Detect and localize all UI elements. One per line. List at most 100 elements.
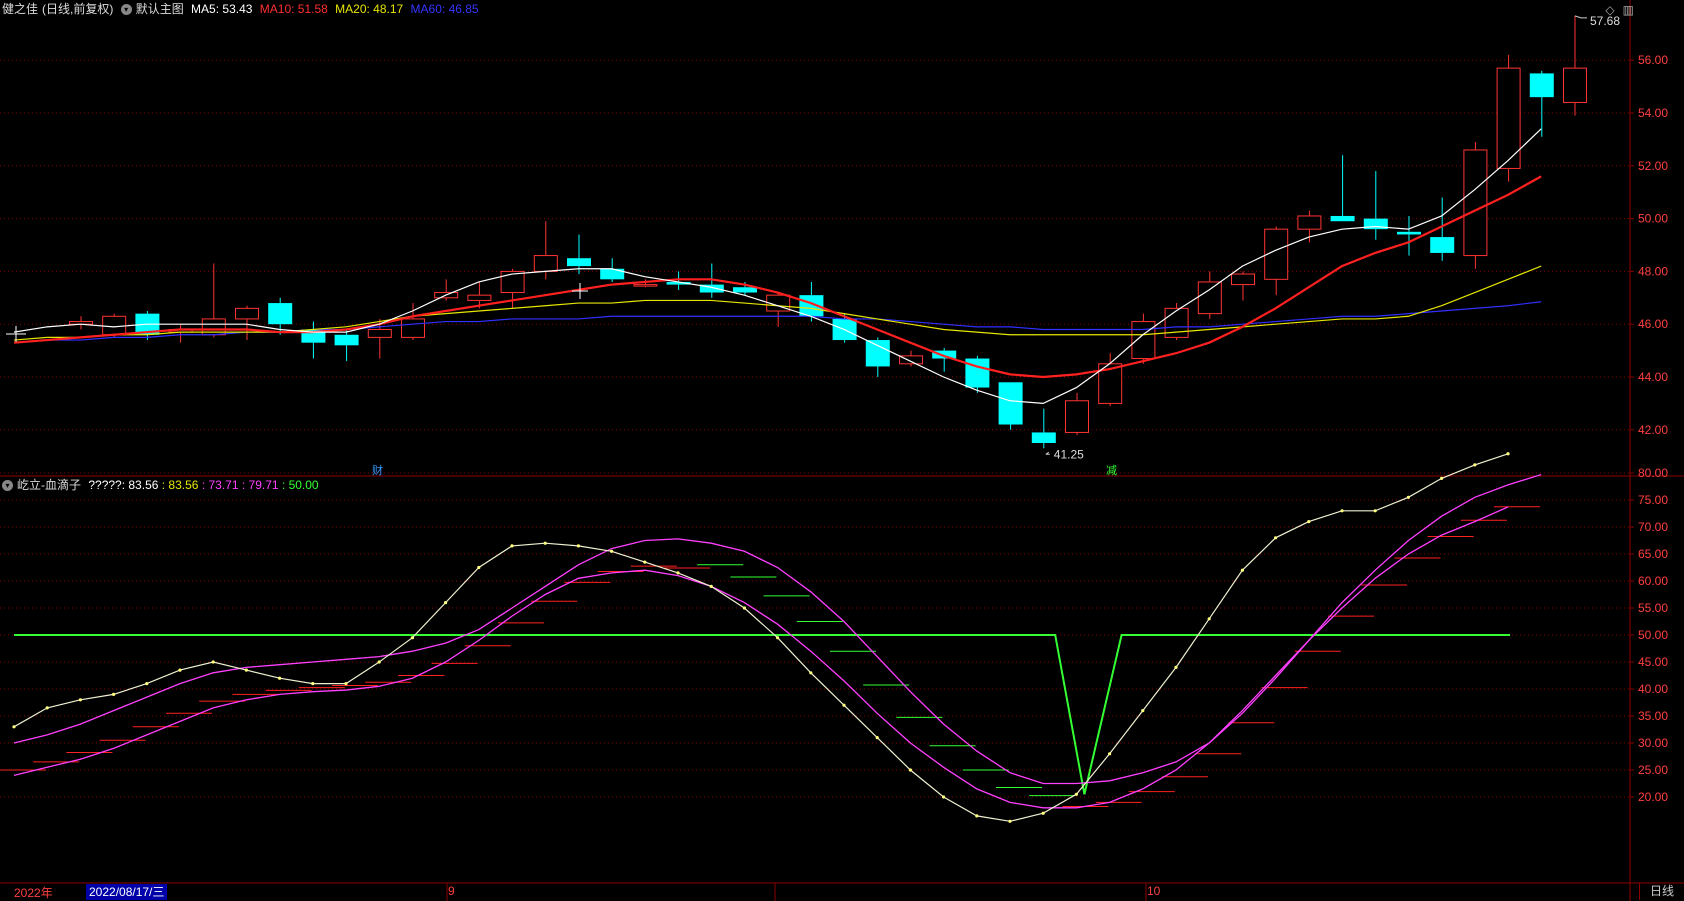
- ma10-line: [13, 175, 1542, 379]
- stock-name: 健之佳: [2, 2, 39, 16]
- panel-toggle-icon[interactable]: ▥: [1623, 3, 1634, 17]
- candle: [1297, 210, 1322, 243]
- reduce-tag[interactable]: 减: [1106, 462, 1117, 478]
- main-line-dot: [178, 668, 182, 672]
- candle: [1098, 353, 1123, 407]
- indicator-v3: : 79.71: [241, 478, 279, 492]
- candle: [1065, 392, 1089, 436]
- main-line: [13, 453, 1509, 822]
- main-line-dot: [112, 692, 116, 697]
- month-10-label: 10: [1147, 884, 1161, 898]
- main-line-dot: [610, 549, 614, 553]
- main-line-dot: [45, 706, 49, 710]
- indicator-v2: : 73.71: [201, 478, 239, 492]
- main-line-dot: [1141, 709, 1145, 713]
- main-line-dot: [543, 541, 547, 545]
- candle: [899, 350, 923, 367]
- indicator-v1: : 83.56: [161, 478, 199, 492]
- indicator-tick-label: 65.00: [1638, 547, 1668, 561]
- main-line-dot: [709, 584, 713, 589]
- main-line-dot: [875, 736, 879, 740]
- candle-body: [467, 294, 492, 301]
- main-tick-label: 46.00: [1638, 317, 1668, 331]
- candle: [1397, 215, 1421, 256]
- candle: [201, 263, 226, 338]
- candle-body: [1463, 149, 1488, 257]
- indicator-tick-label: 40.00: [1638, 682, 1668, 696]
- main-line-dot: [510, 544, 514, 548]
- main-line-dot: [809, 671, 813, 675]
- lower-line: [13, 506, 1509, 809]
- default-chart-button[interactable]: 默认主图: [136, 2, 184, 16]
- main-line-dot: [1406, 495, 1410, 499]
- main-line-dot: [1207, 617, 1211, 621]
- main-tick-label: 50.00: [1638, 212, 1668, 226]
- main-line-dot: [377, 660, 381, 664]
- candle-body: [533, 255, 558, 272]
- candle: [1363, 171, 1388, 240]
- candle: [998, 382, 1023, 430]
- main-line-dot: [311, 682, 315, 686]
- main-line-dot: [1506, 452, 1510, 456]
- chart-canvas[interactable]: 42.00 44.00 46.00 48.00 50.00 52.00 54.00 56.00…: [0, 0, 1684, 901]
- diamond-icon[interactable]: ◇: [1605, 3, 1614, 17]
- candle-body: [733, 287, 757, 293]
- indicator-main-value: ?????: 83.56: [88, 478, 159, 492]
- main-line-dot: [908, 768, 913, 772]
- main-tick-label: 54.00: [1638, 106, 1668, 120]
- indicator-tick-label: 35.00: [1638, 709, 1668, 723]
- indicator-header: ▾ 屹立-血滴子 ?????: 83.56 : 83.56 : 73.71 : 7…: [2, 476, 323, 494]
- indicator-tick-label: 45.00: [1638, 655, 1668, 669]
- candle-body: [1131, 321, 1156, 360]
- candle: [1231, 271, 1255, 301]
- low-label: 41.25: [1054, 447, 1084, 461]
- main-line-dot: [643, 560, 647, 564]
- candle: [168, 324, 193, 343]
- candle: [1529, 70, 1554, 137]
- cursor-date: 2022/08/17/三: [86, 884, 168, 900]
- candle-body: [1197, 281, 1222, 315]
- finance-tag[interactable]: 财: [372, 462, 383, 478]
- main-tick-label: 52.00: [1638, 159, 1668, 173]
- candle: [865, 337, 890, 377]
- candle-body: [1529, 73, 1554, 98]
- indicator-dropdown-icon[interactable]: ▾: [2, 480, 13, 492]
- main-line-dot: [477, 565, 481, 570]
- indicator-tick-label: 60.00: [1638, 574, 1668, 588]
- year-label: 2022年: [14, 886, 53, 900]
- main-line-dot: [1373, 509, 1377, 513]
- candle-body: [102, 315, 127, 336]
- base-line: [14, 634, 1510, 795]
- main-line-dot: [1174, 665, 1178, 670]
- candle: [235, 305, 259, 341]
- month-9-label: 9: [448, 884, 455, 898]
- main-line-dot: [842, 703, 846, 707]
- period-mode: (日线,前复权): [42, 2, 114, 16]
- dropdown-icon[interactable]: ▾: [120, 4, 132, 16]
- indicator-name: 屹立-血滴子: [17, 478, 81, 492]
- candle: [1264, 226, 1289, 296]
- main-line-dot: [1473, 463, 1477, 467]
- candle: [1330, 155, 1355, 222]
- main-tick-label: 42.00: [1638, 423, 1668, 437]
- main-line-dot: [1340, 509, 1344, 513]
- main-line-dot: [942, 795, 946, 799]
- ma20-label: MA20: 48.17: [335, 2, 404, 16]
- candle: [69, 316, 93, 330]
- main-line-dot: [975, 814, 979, 818]
- candle: [401, 303, 425, 341]
- candle: [135, 311, 160, 341]
- low-marker: [1045, 451, 1050, 455]
- candle: [1031, 408, 1056, 449]
- high-marker: [1574, 15, 1587, 19]
- candle: [1164, 303, 1189, 341]
- main-tick-label: 44.00: [1638, 370, 1668, 384]
- period-button[interactable]: 日线: [1639, 883, 1684, 900]
- candle: [434, 279, 459, 301]
- main-line-dot: [1108, 752, 1112, 756]
- main-line-dot: [742, 606, 747, 610]
- candle-body: [1330, 215, 1355, 222]
- indicator-tick-label: 55.00: [1638, 601, 1668, 615]
- candle-body: [865, 340, 890, 367]
- candle-body: [334, 334, 359, 346]
